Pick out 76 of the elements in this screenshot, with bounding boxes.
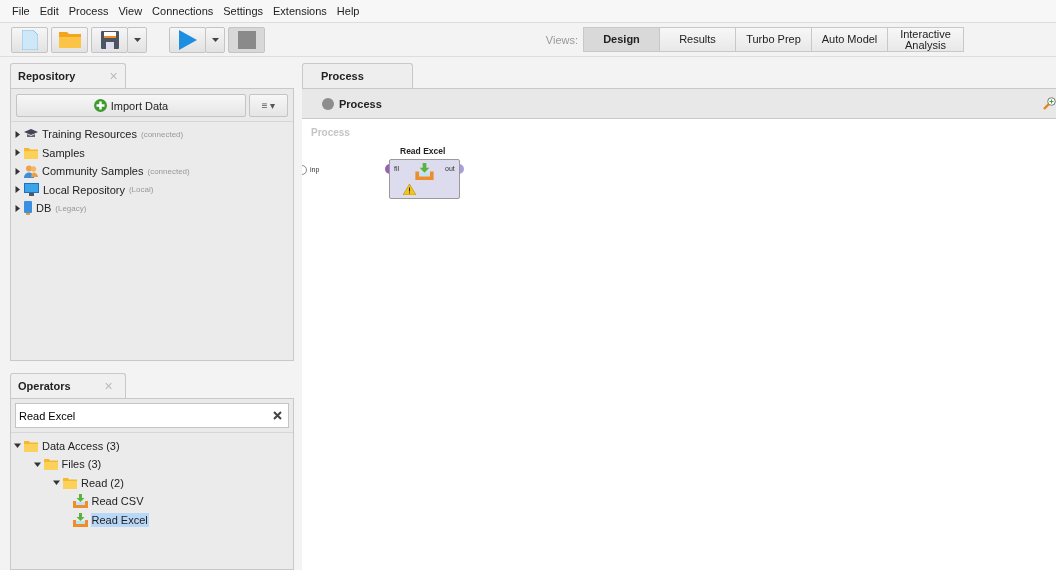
repository-item[interactable]: Training Resources xyxy=(41,127,138,142)
input-port[interactable] xyxy=(302,165,308,175)
options-menu-button[interactable]: ≡ ▾ xyxy=(249,94,288,117)
expanded-arrow-icon[interactable] xyxy=(53,479,60,487)
people-icon xyxy=(24,164,38,178)
expanded-arrow-icon[interactable] xyxy=(33,460,41,468)
search-field[interactable]: Read Excel xyxy=(15,403,289,429)
operator-node[interactable] xyxy=(389,159,460,199)
plus-icon xyxy=(93,99,107,112)
folder-icon xyxy=(63,476,77,489)
folder-icon xyxy=(58,31,81,48)
menu-item[interactable]: Help xyxy=(336,5,360,17)
graduation-cap-icon xyxy=(24,129,38,140)
expanded-arrow-icon[interactable] xyxy=(14,442,21,450)
process-tab[interactable]: Process xyxy=(302,63,413,88)
repository-item[interactable]: Local Repository xyxy=(42,182,126,197)
operator-tree-item[interactable]: Data Access (3) xyxy=(41,438,121,453)
canvas-title: Process xyxy=(311,127,350,138)
repository-item[interactable]: Samples xyxy=(41,145,86,160)
view-tab[interactable]: Interactive Analysis xyxy=(887,27,964,52)
stop-button[interactable] xyxy=(228,26,265,53)
operator-tree-item[interactable]: Read (2) xyxy=(80,475,125,490)
view-tab[interactable]: Results xyxy=(659,27,736,52)
view-tab[interactable]: Design xyxy=(583,27,660,52)
menu-item[interactable]: File xyxy=(12,5,30,17)
repository-status: (connected) xyxy=(140,129,184,139)
folder-icon xyxy=(24,439,38,452)
run-button[interactable] xyxy=(169,26,206,53)
menu-item[interactable]: Settings xyxy=(223,5,263,17)
repository-tab[interactable]: Repository × xyxy=(10,63,126,88)
breadcrumb[interactable]: Process xyxy=(339,97,382,110)
import-operator-icon xyxy=(415,163,434,180)
operator-tree-item[interactable]: Read CSV xyxy=(90,494,145,509)
play-icon xyxy=(178,29,197,50)
menu-item[interactable]: Connections xyxy=(152,5,214,17)
monitor-icon xyxy=(24,183,39,197)
view-tab[interactable]: Auto Model xyxy=(811,27,888,52)
stop-icon xyxy=(237,30,256,49)
collapsed-arrow-icon[interactable] xyxy=(14,186,21,194)
run-dropdown-button[interactable] xyxy=(205,26,225,53)
import-operator-icon xyxy=(72,512,88,527)
database-icon xyxy=(24,201,32,216)
import-operator-icon xyxy=(72,494,88,509)
operator-tree-item[interactable]: Read Excel xyxy=(90,512,149,527)
panel-title: Operators xyxy=(18,380,71,393)
operator-title: Read Excel xyxy=(400,146,446,156)
repository-status: (Legacy) xyxy=(55,203,87,213)
operator-tree-item[interactable]: Files (3) xyxy=(60,457,103,472)
caret-icon xyxy=(133,37,141,42)
save-dropdown-button[interactable] xyxy=(127,26,147,53)
repository-status: (connected) xyxy=(147,166,190,176)
up-level-icon[interactable] xyxy=(322,97,334,110)
folder-icon xyxy=(43,458,58,471)
repository-item[interactable]: Community Samples xyxy=(41,164,145,179)
panel-title: Repository xyxy=(18,70,76,82)
view-tab[interactable]: Turbo Prep xyxy=(735,27,812,52)
repository-status: (Local) xyxy=(128,185,154,195)
zoom-in-icon[interactable] xyxy=(1043,96,1056,111)
menu-item[interactable]: Edit xyxy=(39,5,59,17)
save-button[interactable] xyxy=(91,26,128,53)
collapsed-arrow-icon[interactable] xyxy=(14,149,21,157)
collapsed-arrow-icon[interactable] xyxy=(14,130,21,138)
document-icon xyxy=(21,29,38,50)
caret-icon xyxy=(211,37,219,42)
search-input[interactable]: Read Excel xyxy=(16,408,273,423)
collapsed-arrow-icon[interactable] xyxy=(14,204,21,212)
repository-item[interactable]: DB xyxy=(35,201,53,216)
menu-item[interactable]: Process xyxy=(68,5,109,17)
import-data-button[interactable]: Import Data xyxy=(16,94,246,117)
menu-item[interactable]: Extensions xyxy=(273,5,327,17)
folder-icon xyxy=(24,146,38,159)
views-label: Views: xyxy=(545,33,578,46)
operators-tab[interactable]: Operators × xyxy=(10,373,126,399)
menu-item[interactable]: View xyxy=(118,5,143,17)
collapsed-arrow-icon[interactable] xyxy=(14,167,21,175)
clear-icon[interactable] xyxy=(273,411,282,421)
